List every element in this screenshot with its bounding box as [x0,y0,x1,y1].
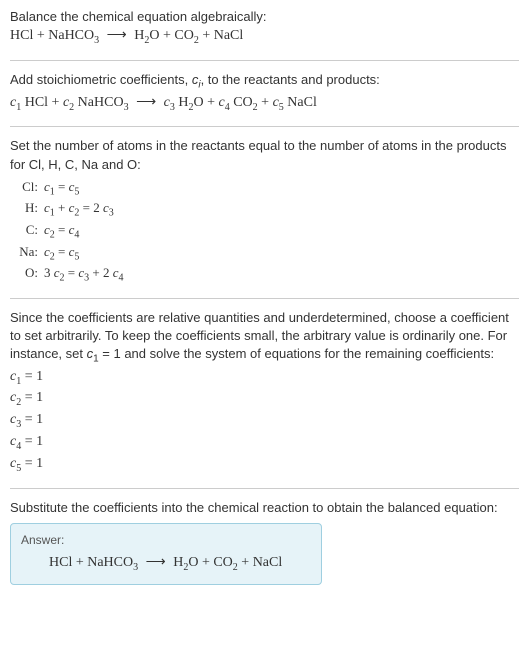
atom-label: C: [10,221,44,243]
section-balance-intro: Balance the chemical equation algebraica… [10,8,519,61]
substitute-text: Substitute the coefficients into the che… [10,499,519,517]
solve-text: Since the coefficients are relative quan… [10,309,519,367]
coefficient-list: c1 = 1 c2 = 1 c3 = 1 c4 = 1 c5 = 1 [10,367,519,476]
eq-text: H [134,28,144,43]
atom-label: H: [10,199,44,221]
atom-eq: c2 = c5 [44,243,79,265]
var-sub: 3 [109,208,114,219]
eq-text: 3 [44,265,54,280]
atom-table: Cl: c1 = c5 H: c1 + c2 = 2 c3 C: c2 = c4… [10,178,519,286]
atom-eq: c2 = c4 [44,221,79,243]
atom-label: O: [10,264,44,286]
answer-label: Answer: [21,532,311,549]
section-answer: Substitute the coefficients into the che… [10,499,519,586]
eq-text: + [55,200,69,215]
atom-row-cl: Cl: c1 = c5 [10,178,519,200]
var-sub: 5 [74,251,79,262]
var-sub: 4 [74,230,79,241]
eq-arrow: ⟶ [99,28,134,43]
coef-row: c5 = 1 [10,454,519,476]
eq-sub: 3 [124,101,129,112]
eq-text: = [55,179,69,194]
section-atom-equations: Set the number of atoms in the reactants… [10,137,519,298]
eq-text: = 1 [21,456,43,471]
var-sub: 4 [119,273,124,284]
eq-text: = 2 [79,200,103,215]
coeff-equation: c1 HCl + c2 NaHCO3 ⟶ c3 H2O + c4 CO2 + c… [10,93,519,115]
text: , to the reactants and products: [201,72,380,87]
balance-title: Balance the chemical equation algebraica… [10,8,519,26]
eq-text: CO [230,95,253,110]
section-solve: Since the coefficients are relative quan… [10,309,519,489]
atom-label: Na: [10,243,44,265]
eq-text: H [173,555,183,570]
eq-text: O + [193,95,218,110]
eq-text: = 1 [21,412,43,427]
coef-row: c3 = 1 [10,410,519,432]
eq-text: HCl + [21,95,63,110]
eq-text: CO [174,28,193,43]
atom-row-c: C: c2 = c4 [10,221,519,243]
eq-text: NaHCO [48,28,94,43]
eq-text: H [175,95,189,110]
eq-text: = [65,265,79,280]
eq-text: O + CO [188,555,232,570]
atom-intro: Set the number of atoms in the reactants… [10,137,519,173]
eq-text: O [149,28,159,43]
eq-text: NaCl [214,28,244,43]
balanced-equation: HCl + NaHCO3 ⟶ H2O + CO2 + NaCl [21,553,311,575]
eq-text: + [199,28,214,43]
eq-text: NaHCO [74,95,123,110]
add-coeff-text: Add stoichiometric coefficients, ci, to … [10,71,519,93]
eq-text: = [55,222,69,237]
text: Add stoichiometric coefficients, [10,72,192,87]
unbalanced-equation: HCl + NaHCO3 ⟶ H2O + CO2 + NaCl [10,26,519,48]
coef-row: c2 = 1 [10,388,519,410]
eq-arrow: ⟶ [129,95,164,110]
eq-text: = [55,244,69,259]
eq-text: NaCl [284,95,317,110]
atom-row-h: H: c1 + c2 = 2 c3 [10,199,519,221]
eq-text: HCl + NaHCO [49,555,133,570]
answer-box: Answer: HCl + NaHCO3 ⟶ H2O + CO2 + NaCl [10,523,322,586]
atom-eq: c1 + c2 = 2 c3 [44,199,114,221]
eq-text: + 2 [89,265,113,280]
eq-text: + [33,28,48,43]
atom-eq: 3 c2 = c3 + 2 c4 [44,264,124,286]
eq-text: + [159,28,174,43]
coef-row: c1 = 1 [10,367,519,389]
atom-row-na: Na: c2 = c5 [10,243,519,265]
atom-eq: c1 = c5 [44,178,79,200]
eq-text: + [258,95,273,110]
eq-arrow: ⟶ [138,555,173,570]
eq-text: = 1 [21,434,43,449]
eq-text: = 1 [21,390,43,405]
atom-label: Cl: [10,178,44,200]
coef-row: c4 = 1 [10,432,519,454]
eq-text: = 1 [21,369,43,384]
atom-row-o: O: 3 c2 = c3 + 2 c4 [10,264,519,286]
section-add-coefficients: Add stoichiometric coefficients, ci, to … [10,71,519,127]
var-sub: 5 [74,186,79,197]
eq-text: HCl [10,28,33,43]
eq-text: + NaCl [238,555,282,570]
text: = 1 and solve the system of equations fo… [99,346,494,361]
